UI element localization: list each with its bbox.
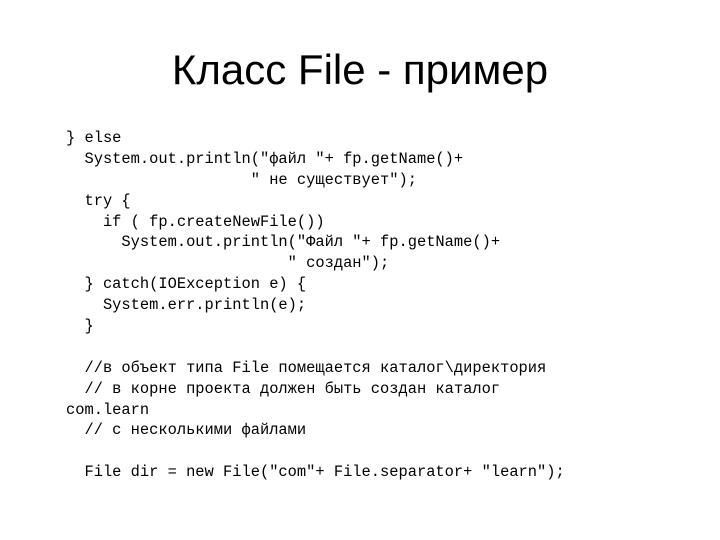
code-line: } catch(IOException e) { [66, 275, 307, 294]
code-comment-line: com.learn [66, 400, 150, 419]
code-comment-line: // с несколькими файлами [66, 421, 307, 440]
code-comment-line: //в объект типа File помещается каталог\… [66, 358, 547, 377]
code-block: } else System.out.println("файл "+ fp.ge… [66, 128, 565, 483]
code-line: System.out.println("файл "+ fp.getName()… [66, 149, 464, 168]
code-line: File dir = new File("com"+ File.separato… [66, 463, 565, 482]
code-line: System.out.println("Файл "+ fp.getName()… [66, 233, 501, 252]
code-line: } else [66, 129, 122, 147]
code-line: " создан"); [66, 254, 390, 273]
code-comment-line: // в корне проекта должен быть создан ка… [66, 379, 501, 398]
code-line: " не существует"); [66, 170, 417, 189]
code-line: } [66, 317, 94, 336]
slide-title: Класс File - пример [171, 46, 549, 93]
code-line: try { [66, 191, 131, 210]
code-line: if ( fp.createNewFile()) [66, 212, 325, 231]
code-line: System.err.println(e); [66, 296, 307, 315]
